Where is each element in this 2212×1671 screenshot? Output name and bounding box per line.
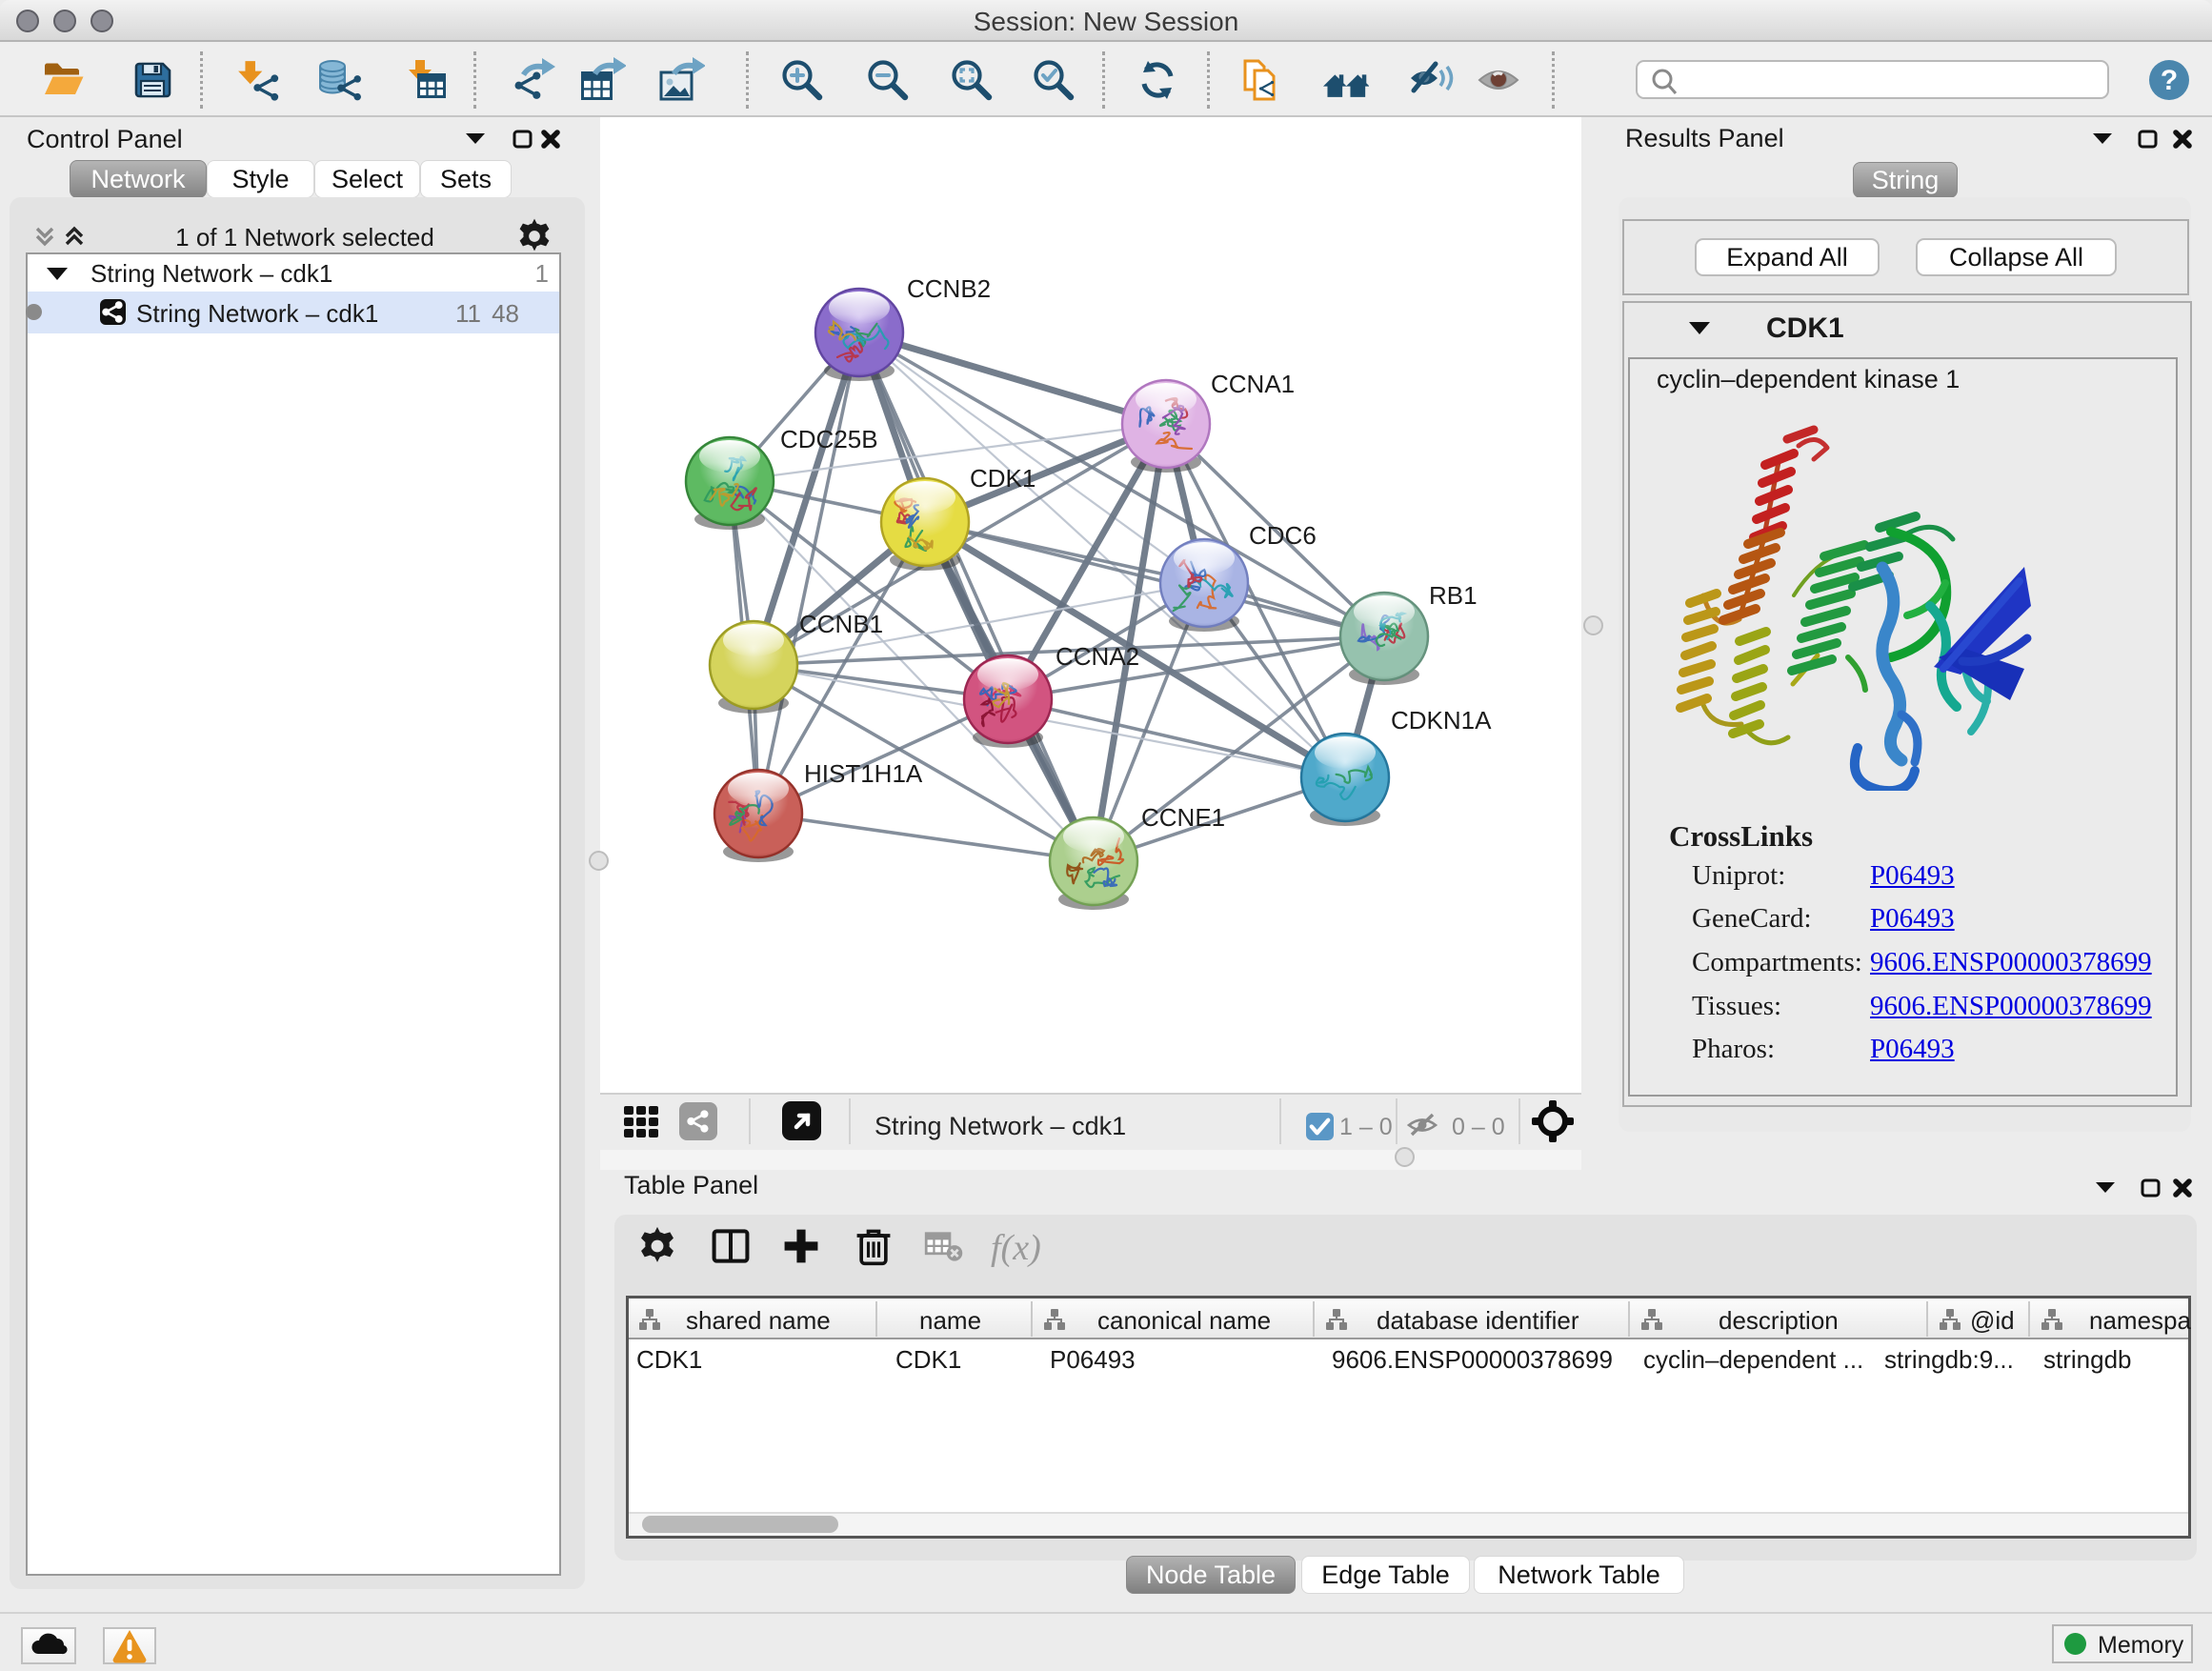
svg-text:CDC6: CDC6 xyxy=(1249,521,1317,550)
svg-text:HIST1H1A: HIST1H1A xyxy=(804,759,923,788)
svg-text:CDC25B: CDC25B xyxy=(780,425,878,453)
svg-text:CCNA1: CCNA1 xyxy=(1211,370,1295,398)
svg-text:CCNB1: CCNB1 xyxy=(799,610,883,638)
svg-text:RB1: RB1 xyxy=(1429,581,1478,610)
svg-text:CDKN1A: CDKN1A xyxy=(1391,706,1492,735)
svg-text:CCNB2: CCNB2 xyxy=(907,274,991,303)
svg-text:CCNE1: CCNE1 xyxy=(1141,803,1225,832)
svg-text:CDK1: CDK1 xyxy=(970,464,1036,493)
svg-text:CCNA2: CCNA2 xyxy=(1056,642,1139,671)
